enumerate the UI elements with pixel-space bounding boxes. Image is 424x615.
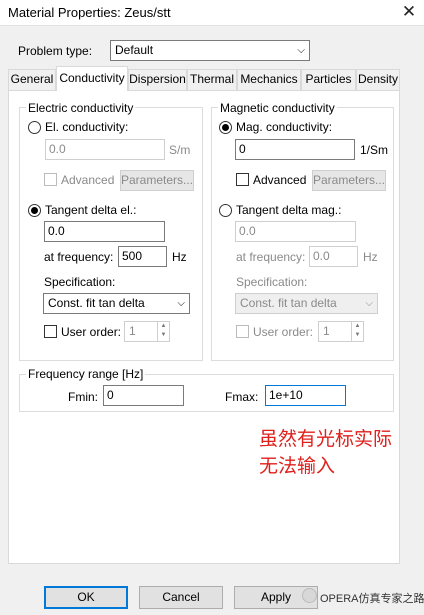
chevron-down-icon: ⌵ bbox=[297, 45, 305, 56]
el-user-order-label: User order: bbox=[61, 325, 122, 339]
tab-mechanics[interactable]: Mechanics bbox=[237, 69, 301, 90]
fmin-label: Fmin: bbox=[68, 390, 98, 404]
mag-specification-label: Specification: bbox=[236, 275, 308, 289]
spinner-arrows-icon[interactable]: ▲ ▼ bbox=[351, 322, 363, 341]
close-icon[interactable]: ✕ bbox=[398, 1, 420, 23]
el-at-frequency-label: at frequency: bbox=[44, 250, 114, 264]
mag-conductivity-unit: 1/Sm bbox=[360, 143, 389, 157]
mag-at-frequency-label: at frequency: bbox=[236, 250, 306, 264]
watermark-logo-icon bbox=[302, 588, 317, 603]
el-conductivity-label: El. conductivity: bbox=[45, 120, 129, 134]
problem-type-dropdown[interactable]: Default ⌵ bbox=[110, 40, 310, 61]
mag-conductivity-label: Mag. conductivity: bbox=[236, 120, 333, 134]
el-conductivity-unit: S/m bbox=[169, 143, 191, 157]
annotation-line-2: 无法输入 bbox=[259, 456, 336, 477]
problem-type-value: Default bbox=[115, 43, 154, 57]
ok-button[interactable]: OK bbox=[44, 586, 128, 609]
el-conductivity-radio[interactable] bbox=[28, 121, 41, 134]
tab-density[interactable]: Density bbox=[356, 69, 400, 90]
mag-specification-dropdown[interactable]: Const. fit tan delta ⌵ bbox=[235, 293, 378, 314]
el-conductivity-input[interactable]: 0.0 bbox=[45, 139, 165, 160]
mag-conductivity-input[interactable]: 0 bbox=[235, 139, 355, 160]
tab-thermal[interactable]: Thermal bbox=[187, 69, 237, 90]
tab-conductivity[interactable]: Conductivity bbox=[56, 66, 128, 91]
el-user-order-spinner[interactable]: 1 ▲ ▼ bbox=[124, 321, 170, 342]
frequency-range-legend: Frequency range [Hz] bbox=[26, 367, 146, 381]
mag-specification-value: Const. fit tan delta bbox=[240, 296, 337, 310]
mag-at-frequency-unit: Hz bbox=[363, 250, 378, 264]
mag-advanced-label: Advanced bbox=[253, 173, 307, 187]
fmin-input[interactable]: 0 bbox=[103, 385, 184, 406]
el-advanced-label: Advanced bbox=[61, 173, 115, 187]
el-user-order-checkbox[interactable] bbox=[44, 325, 57, 338]
mag-advanced-checkbox[interactable] bbox=[236, 173, 249, 186]
magnetic-group-legend: Magnetic conductivity bbox=[218, 101, 337, 115]
el-at-frequency-input[interactable]: 500 bbox=[118, 246, 167, 267]
mag-user-order-value: 1 bbox=[323, 324, 330, 338]
el-specification-value: Const. fit tan delta bbox=[48, 296, 145, 310]
mag-tangent-delta-radio[interactable] bbox=[219, 204, 232, 217]
el-tangent-delta-radio[interactable] bbox=[28, 204, 41, 217]
mag-tangent-delta-label: Tangent delta mag.: bbox=[236, 203, 342, 217]
tab-general[interactable]: General bbox=[8, 69, 56, 90]
fmax-label: Fmax: bbox=[225, 390, 259, 404]
el-tangent-delta-input[interactable]: 0.0 bbox=[44, 221, 165, 242]
problem-type-label: Problem type: bbox=[18, 44, 93, 58]
mag-user-order-spinner[interactable]: 1 ▲ ▼ bbox=[318, 321, 364, 342]
spinner-arrows-icon[interactable]: ▲ ▼ bbox=[157, 322, 169, 341]
chevron-down-icon: ⌵ bbox=[177, 298, 185, 309]
watermark-text: OPERA仿真专家之路 bbox=[320, 593, 424, 605]
el-parameters-button[interactable]: Parameters... bbox=[120, 170, 194, 191]
el-advanced-checkbox[interactable] bbox=[44, 173, 57, 186]
el-specification-label: Specification: bbox=[44, 275, 116, 289]
window-title: Material Properties: Zeus/stt bbox=[8, 5, 171, 20]
mag-user-order-checkbox[interactable] bbox=[236, 325, 249, 338]
chevron-down-icon: ⌵ bbox=[365, 298, 373, 309]
mag-tangent-delta-input[interactable]: 0.0 bbox=[235, 221, 356, 242]
el-tangent-delta-label: Tangent delta el.: bbox=[45, 203, 137, 217]
mag-parameters-button[interactable]: Parameters... bbox=[312, 170, 386, 191]
annotation-line-1: 虽然有光标实际 bbox=[259, 429, 393, 450]
mag-at-frequency-input[interactable]: 0.0 bbox=[309, 246, 358, 267]
cancel-button[interactable]: Cancel bbox=[139, 586, 223, 609]
mag-user-order-label: User order: bbox=[253, 325, 314, 339]
electric-group-legend: Electric conductivity bbox=[26, 101, 136, 115]
fmax-input[interactable]: 1e+10 bbox=[265, 385, 346, 406]
tab-particles[interactable]: Particles bbox=[301, 69, 356, 90]
tab-dispersion[interactable]: Dispersion bbox=[128, 69, 187, 90]
el-specification-dropdown[interactable]: Const. fit tan delta ⌵ bbox=[43, 293, 190, 314]
mag-conductivity-radio[interactable] bbox=[219, 121, 232, 134]
el-user-order-value: 1 bbox=[129, 324, 136, 338]
el-at-frequency-unit: Hz bbox=[172, 250, 187, 264]
